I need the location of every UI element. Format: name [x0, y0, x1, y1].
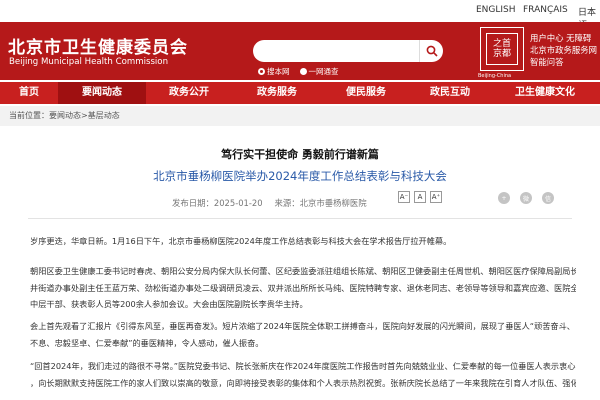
article-paragraph: “回首2024年，我们走过的路很不寻常。”医院党委书记、院长张新庆在作2024年… — [30, 361, 576, 388]
breadcrumb[interactable]: 当前位置：要闻动态>基层动态 — [0, 106, 600, 126]
article-meta: 发布日期：2025-01-20 来源：北京市垂杨柳医院 — [172, 197, 367, 209]
weibo-icon[interactable]: 微 — [520, 192, 532, 204]
wechat-icon[interactable]: 信 — [542, 192, 554, 204]
search-scope-all[interactable]: 一网通查 — [299, 66, 339, 77]
search-icon — [426, 45, 438, 57]
search-scope-options: 搜本网 一网通查 — [258, 66, 339, 77]
top-bar: ENGLISH FRANÇAIS 日本語 — [0, 0, 600, 31]
gov-service-link[interactable]: 北京市政务服务网 — [530, 44, 597, 56]
search-scope-site[interactable]: 搜本网 — [258, 66, 290, 77]
site-header: 北京市卫生健康委员会 Beijing Municipal Health Comm… — [0, 22, 600, 80]
beijing-logo: 之首 京都 — [480, 27, 524, 71]
search-input[interactable] — [253, 40, 419, 62]
share-bar: + 微 信 — [498, 192, 554, 204]
lang-english-link[interactable]: ENGLISH — [476, 5, 516, 15]
nav-interaction[interactable]: 政民互动 — [410, 82, 490, 104]
publish-date: 发布日期：2025-01-20 — [172, 198, 263, 208]
lang-french-link[interactable]: FRANÇAIS — [523, 5, 568, 15]
nav-health-culture[interactable]: 卫生健康文化 — [490, 82, 600, 104]
nav-home[interactable]: 首页 — [0, 82, 58, 104]
site-subtitle: Beijing Municipal Health Commission — [9, 57, 169, 67]
quick-links: 用户中心 无障碍 北京市政务服务网 智能问答 — [530, 32, 597, 68]
article-paragraph: 岁序更迭，华章日新。1月16日下午，北京市垂杨柳医院2024年度工作总结表彰与科… — [30, 236, 452, 246]
font-larger-button[interactable]: A⁺ — [430, 191, 442, 203]
logo-caption: Beijing-China — [478, 73, 512, 79]
font-smaller-button[interactable]: A⁻ — [398, 191, 410, 203]
article-paragraph: 朝阳区委卫生健康工委书记时春虎、朝阳公安分局内保大队长何蕾、区纪委监委派驻组组长… — [30, 266, 576, 309]
nav-gov-open[interactable]: 政务公开 — [146, 82, 232, 104]
site-title[interactable]: 北京市卫生健康委员会 — [8, 33, 188, 58]
radio-icon — [299, 68, 307, 75]
share-icon[interactable]: + — [498, 192, 510, 204]
divider — [28, 218, 572, 219]
nav-gov-service[interactable]: 政务服务 — [232, 82, 322, 104]
font-size-controls: A⁻ A A⁺ — [398, 191, 442, 203]
search-button[interactable] — [419, 40, 443, 62]
article-paragraph: 会上首先观看了汇报片《引得东风至，垂医再奋发》。短片浓缩了2024年医院全体职工… — [30, 321, 576, 348]
user-center-link[interactable]: 用户中心 无障碍 — [530, 32, 597, 44]
font-normal-button[interactable]: A — [414, 191, 426, 203]
main-nav: 首页 要闻动态 政务公开 政务服务 便民服务 政民互动 卫生健康文化 — [0, 82, 600, 104]
smart-qa-link[interactable]: 智能问答 — [530, 56, 597, 68]
article-source: 来源：北京市垂杨柳医院 — [274, 198, 367, 208]
radio-selected-icon — [258, 68, 265, 75]
article-title: 北京市垂杨柳医院举办2024年度工作总结表彰与科技大会 — [153, 169, 447, 183]
nav-news[interactable]: 要闻动态 — [58, 82, 146, 104]
article-headline: 笃行实干担使命 勇毅前行谱新篇 — [221, 148, 379, 161]
nav-public-service[interactable]: 便民服务 — [322, 82, 410, 104]
